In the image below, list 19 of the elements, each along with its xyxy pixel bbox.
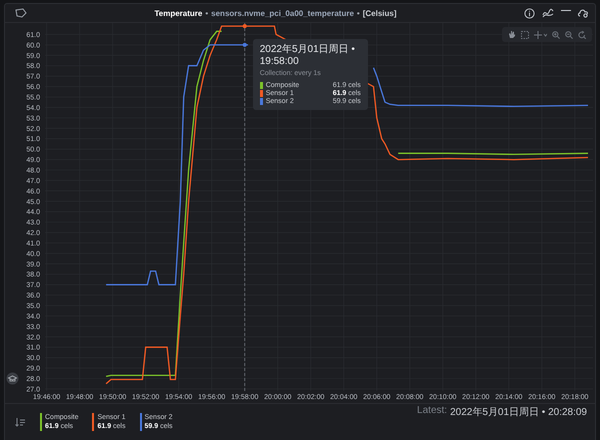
move-icon[interactable]	[534, 30, 547, 38]
latest-time: 2022年5月01日周日 • 20:28:09	[450, 406, 587, 419]
chart-context: sensors.nvme_pci_0a00_temperature	[211, 8, 354, 18]
zoom-in-icon[interactable]	[552, 30, 560, 38]
chart-title: Temperature	[154, 8, 202, 18]
wave-icon[interactable]	[542, 8, 554, 18]
tag-icon[interactable]	[15, 8, 27, 18]
reset-icon[interactable]	[578, 30, 586, 38]
select-icon[interactable]	[521, 30, 529, 38]
chart-units: [Celsius]	[362, 8, 397, 18]
info-icon[interactable]	[524, 8, 535, 18]
tooltip-time: 2022年5月01日周日 • 19:58:00	[260, 44, 356, 68]
title-separator: •	[356, 8, 360, 18]
hand-icon[interactable]	[508, 30, 516, 39]
sort-icon[interactable]	[15, 417, 26, 427]
latest-label: Latest:	[417, 405, 448, 418]
cap-icon[interactable]	[6, 372, 19, 385]
zoom-out-icon[interactable]	[565, 30, 573, 38]
title-separator: •	[205, 8, 208, 18]
